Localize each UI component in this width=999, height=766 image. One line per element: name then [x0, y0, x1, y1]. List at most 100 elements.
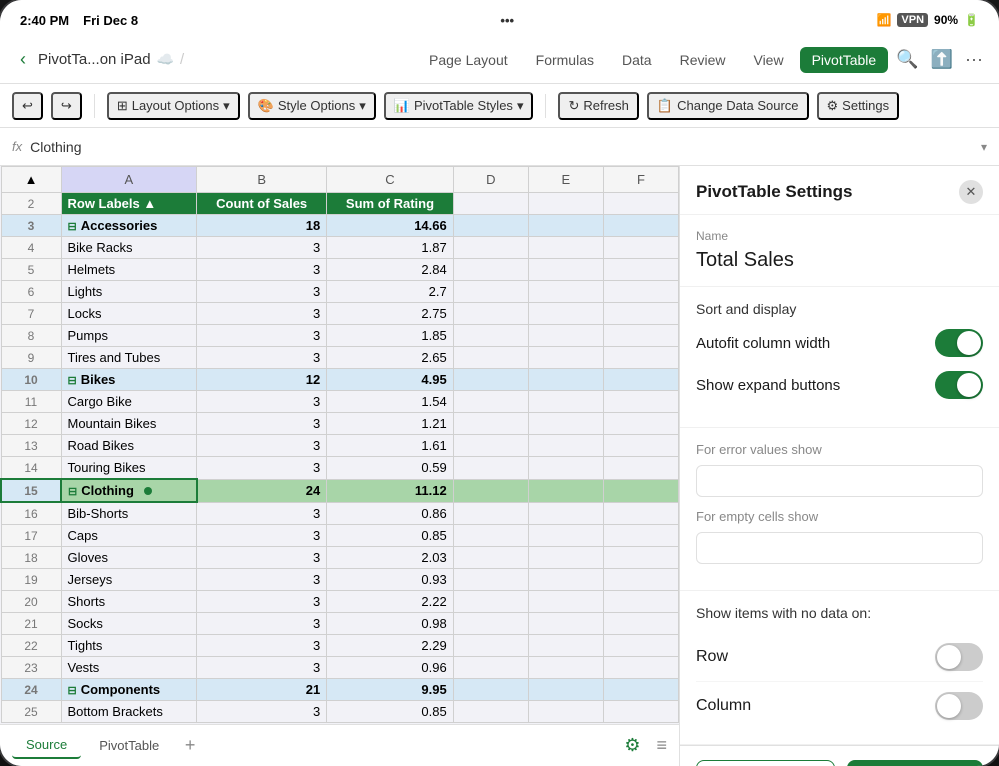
style-options-button[interactable]: 🎨 Style Options ▾	[248, 92, 376, 120]
toggle-knob	[957, 331, 981, 355]
error-values-input[interactable]	[696, 465, 983, 497]
chevron-down-icon-2: ▾	[359, 98, 366, 114]
col-header-d[interactable]: D	[453, 167, 528, 193]
pivottable-styles-button[interactable]: 📊 PivotTable Styles ▾	[384, 92, 534, 120]
table-row: 10 ⊟Bikes 12 4.95	[1, 369, 679, 391]
table-row: 24 ⊟Components 21 9.95	[1, 679, 679, 701]
tab-review[interactable]: Review	[668, 47, 738, 73]
column-toggle-row: Column	[696, 682, 983, 730]
tab-formulas[interactable]: Formulas	[524, 47, 606, 73]
table-row: 17 Caps 3 0.85	[1, 525, 679, 547]
col-header-a[interactable]: A	[61, 167, 197, 193]
share-icon[interactable]: ⬆️	[931, 49, 953, 70]
pivot-table: ▲ A B C D E F 2	[0, 166, 679, 723]
file-name: PivotTa...on iPad	[38, 51, 151, 68]
formula-input[interactable]	[30, 139, 973, 155]
cancel-button[interactable]: Cancel	[696, 760, 835, 766]
expand-buttons-label: Show expand buttons	[696, 377, 840, 394]
error-empty-section: For error values show For empty cells sh…	[680, 428, 999, 591]
undo-button[interactable]: ↩	[12, 92, 43, 120]
back-button[interactable]: ‹	[16, 45, 30, 74]
tab-pivottable[interactable]: PivotTable	[85, 733, 173, 758]
list-tab-icon[interactable]: ≡	[656, 735, 667, 756]
sheet-tabs-right: ⚙ ≡	[624, 735, 667, 756]
error-field-label: For error values show	[696, 442, 983, 457]
tab-view[interactable]: View	[741, 47, 795, 73]
name-label: Name	[696, 229, 983, 243]
error-field-group: For error values show	[696, 442, 983, 497]
tab-source[interactable]: Source	[12, 732, 81, 759]
tab-pivottable[interactable]: PivotTable	[800, 47, 889, 73]
name-value: Total Sales	[696, 249, 983, 272]
corner-cell: ▲	[1, 167, 61, 193]
table-row: 7 Locks 3 2.75	[1, 303, 679, 325]
panel-close-button[interactable]: ✕	[959, 180, 983, 204]
autofit-toggle[interactable]	[935, 329, 983, 357]
layout-options-button[interactable]: ⊞ Layout Options ▾	[107, 92, 240, 120]
more-icon[interactable]: ···	[965, 49, 983, 70]
navigation-bar: ‹ PivotTa...on iPad ☁️ / Page Layout For…	[0, 36, 999, 84]
table-row: 16 Bib-Shorts 3 0.86	[1, 502, 679, 525]
empty-field-label: For empty cells show	[696, 509, 983, 524]
status-right: 📶 VPN 90% 🔋	[876, 13, 979, 27]
table-row: 20 Shorts 3 2.22	[1, 591, 679, 613]
table-row: 21 Socks 3 0.98	[1, 613, 679, 635]
pivot-styles-icon: 📊	[394, 98, 410, 114]
table-row: 15 ⊟Clothing 24 11.12	[1, 479, 679, 502]
col-header-b[interactable]: B	[197, 167, 327, 193]
refresh-button[interactable]: ↻ Refresh	[558, 92, 638, 120]
row-toggle-row: Row	[696, 633, 983, 682]
data-source-icon: 📋	[657, 98, 673, 114]
table-row: 8 Pumps 3 1.85	[1, 325, 679, 347]
table-row: 13 Road Bikes 3 1.61	[1, 435, 679, 457]
column-label: Column	[696, 697, 751, 715]
toggle-knob-2	[957, 373, 981, 397]
table-container[interactable]: ▲ A B C D E F 2	[0, 166, 679, 724]
toggle-knob-column	[937, 694, 961, 718]
separator-1	[94, 94, 95, 118]
tab-page-layout[interactable]: Page Layout	[417, 47, 520, 73]
pivottable-settings-panel: PivotTable Settings ✕ Name Total Sales S…	[679, 166, 999, 766]
nav-icons: 🔍 ⬆️ ···	[896, 49, 983, 70]
table-row: 14 Touring Bikes 3 0.59	[1, 457, 679, 480]
empty-cells-input[interactable]	[696, 532, 983, 564]
sort-display-title: Sort and display	[696, 301, 983, 317]
table-row: 9 Tires and Tubes 3 2.65	[1, 347, 679, 369]
add-sheet-button[interactable]: +	[177, 733, 203, 759]
settings-button[interactable]: ⚙ Settings	[817, 92, 900, 120]
status-time: 2:40 PM Fri Dec 8	[20, 13, 138, 28]
toolbar: ↩ ↪ ⊞ Layout Options ▾ 🎨 Style Options ▾…	[0, 84, 999, 128]
search-icon[interactable]: 🔍	[896, 49, 918, 70]
settings-tab-icon[interactable]: ⚙	[624, 735, 640, 756]
col-header-c[interactable]: C	[327, 167, 454, 193]
style-icon: 🎨	[258, 98, 274, 114]
row-toggle[interactable]	[935, 643, 983, 671]
layout-icon: ⊞	[117, 98, 128, 114]
table-row: 2 Row Labels ▲ Count of Sales Sum of Rat…	[1, 193, 679, 215]
apply-button[interactable]: Apply	[847, 760, 984, 766]
autofit-toggle-row: Autofit column width	[696, 329, 983, 357]
formula-label: fx	[12, 139, 22, 154]
chevron-down-icon: ▾	[223, 98, 230, 114]
col-header-e[interactable]: E	[528, 167, 603, 193]
change-data-source-button[interactable]: 📋 Change Data Source	[647, 92, 809, 120]
expand-buttons-toggle[interactable]	[935, 371, 983, 399]
autofit-label: Autofit column width	[696, 335, 830, 352]
row-labels-header[interactable]: Row Labels ▲	[61, 193, 197, 215]
chevron-down-icon-3: ▾	[517, 98, 524, 114]
count-sales-header[interactable]: Count of Sales	[197, 193, 327, 215]
sum-rating-header[interactable]: Sum of Rating	[327, 193, 454, 215]
sort-display-section: Sort and display Autofit column width Sh…	[680, 287, 999, 428]
table-row: 3 ⊟Accessories 18 14.66	[1, 215, 679, 237]
column-toggle[interactable]	[935, 692, 983, 720]
nav-tabs: Page Layout Formulas Data Review View Pi…	[417, 47, 888, 73]
toggle-knob-row	[937, 645, 961, 669]
formula-chevron-icon[interactable]: ▾	[981, 140, 987, 154]
tab-data[interactable]: Data	[610, 47, 664, 73]
close-icon: ✕	[966, 184, 977, 200]
col-header-f[interactable]: F	[603, 167, 678, 193]
table-row: 19 Jerseys 3 0.93	[1, 569, 679, 591]
status-bar: 2:40 PM Fri Dec 8 ••• 📶 VPN 90% 🔋	[0, 0, 999, 36]
formula-bar: fx ▾	[0, 128, 999, 166]
redo-button[interactable]: ↪	[51, 92, 82, 120]
